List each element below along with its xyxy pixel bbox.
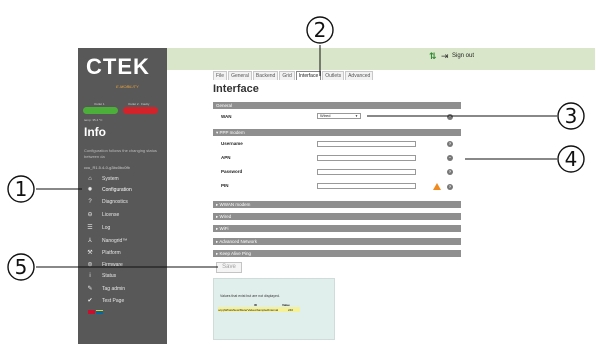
callout-2: 2 bbox=[313, 18, 327, 42]
callout-4: 4 bbox=[564, 147, 578, 171]
callout-5: 5 bbox=[14, 255, 28, 279]
callout-3: 3 bbox=[564, 104, 578, 128]
callout-1: 1 bbox=[14, 177, 28, 201]
callout-lines bbox=[7, 16, 585, 281]
screenshot-stage: CTEK E-MOBILITY Outlet 1 Outlet 2 · Faul… bbox=[0, 0, 596, 350]
